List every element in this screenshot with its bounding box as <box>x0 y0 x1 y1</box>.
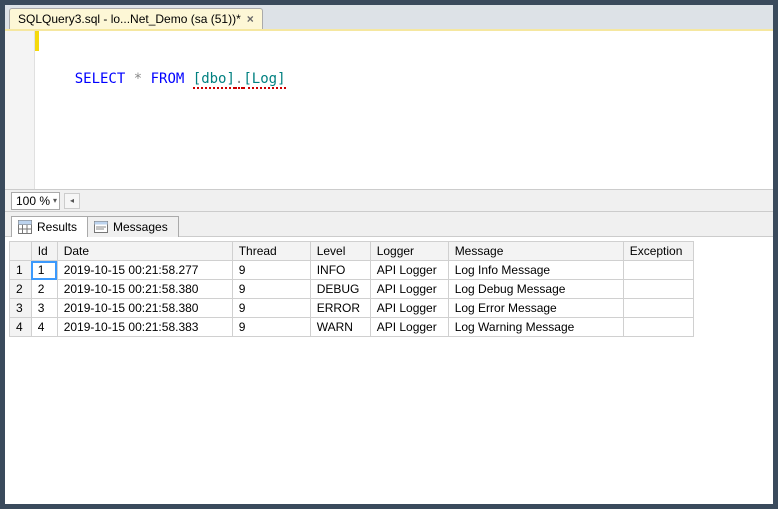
document-tab-title: SQLQuery3.sql - lo...Net_Demo (sa (51))* <box>18 12 241 26</box>
tab-label: Messages <box>113 220 168 234</box>
column-header-logger[interactable]: Logger <box>370 242 448 261</box>
grid-cell[interactable]: 9 <box>232 261 310 280</box>
messages-icon <box>94 220 108 234</box>
grid-cell[interactable] <box>623 261 693 280</box>
grid-cell[interactable]: 2 <box>31 280 57 299</box>
chevron-down-icon: ▾ <box>53 196 57 205</box>
editor-gutter <box>5 31 35 189</box>
grid-cell[interactable]: API Logger <box>370 299 448 318</box>
grid-header-row: Id Date Thread Level Logger Message Exce… <box>10 242 694 261</box>
grid-cell[interactable]: API Logger <box>370 318 448 337</box>
column-header-exception[interactable]: Exception <box>623 242 693 261</box>
grid-cell[interactable]: 2019-10-15 00:21:58.380 <box>57 280 232 299</box>
results-grid[interactable]: Id Date Thread Level Logger Message Exce… <box>9 241 694 337</box>
chevron-left-icon: ◂ <box>70 196 74 205</box>
column-header-id[interactable]: Id <box>31 242 57 261</box>
change-marker <box>35 31 39 51</box>
zoom-value: 100 % <box>16 194 50 208</box>
grid-cell[interactable]: 9 <box>232 299 310 318</box>
close-icon[interactable]: × <box>247 12 254 26</box>
grid-cell[interactable] <box>623 299 693 318</box>
grid-cell[interactable]: DEBUG <box>310 280 370 299</box>
grid-cell[interactable]: 2019-10-15 00:21:58.380 <box>57 299 232 318</box>
sql-token: * <box>134 71 142 87</box>
table-row[interactable]: 222019-10-15 00:21:58.3809DEBUGAPI Logge… <box>10 280 694 299</box>
sql-identifier: [Log] <box>243 71 285 89</box>
sql-keyword: FROM <box>151 71 185 87</box>
grid-cell[interactable]: 4 <box>31 318 57 337</box>
document-tab-bar: SQLQuery3.sql - lo...Net_Demo (sa (51))*… <box>5 5 773 29</box>
grid-corner[interactable] <box>10 242 32 261</box>
column-header-message[interactable]: Message <box>448 242 623 261</box>
scroll-left-button[interactable]: ◂ <box>64 193 80 209</box>
grid-cell[interactable]: Log Debug Message <box>448 280 623 299</box>
grid-cell[interactable]: 9 <box>232 318 310 337</box>
grid-cell[interactable] <box>623 318 693 337</box>
grid-cell[interactable]: 2019-10-15 00:21:58.277 <box>57 261 232 280</box>
row-header[interactable]: 4 <box>10 318 32 337</box>
table-row[interactable]: 332019-10-15 00:21:58.3809ERRORAPI Logge… <box>10 299 694 318</box>
document-tab[interactable]: SQLQuery3.sql - lo...Net_Demo (sa (51))*… <box>9 8 263 29</box>
grid-cell[interactable]: API Logger <box>370 280 448 299</box>
sql-identifier: [dbo] <box>193 71 235 89</box>
grid-cell[interactable]: Log Warning Message <box>448 318 623 337</box>
grid-cell[interactable]: Log Info Message <box>448 261 623 280</box>
table-row[interactable]: 442019-10-15 00:21:58.3839WARNAPI Logger… <box>10 318 694 337</box>
tab-messages[interactable]: Messages <box>87 216 179 237</box>
zoom-dropdown[interactable]: 100 % ▾ <box>11 192 60 210</box>
sql-editor[interactable]: SELECT * FROM [dbo].[Log] <box>5 29 773 189</box>
grid-cell[interactable]: 3 <box>31 299 57 318</box>
grid-cell[interactable]: API Logger <box>370 261 448 280</box>
tab-label: Results <box>37 220 77 234</box>
row-header[interactable]: 3 <box>10 299 32 318</box>
column-header-thread[interactable]: Thread <box>232 242 310 261</box>
grid-cell[interactable]: 9 <box>232 280 310 299</box>
sql-editor-window: SQLQuery3.sql - lo...Net_Demo (sa (51))*… <box>4 4 774 505</box>
grid-cell[interactable]: ERROR <box>310 299 370 318</box>
sql-keyword: SELECT <box>75 71 126 87</box>
row-header[interactable]: 2 <box>10 280 32 299</box>
results-grid-icon <box>18 220 32 234</box>
grid-cell[interactable]: 2019-10-15 00:21:58.383 <box>57 318 232 337</box>
results-grid-container: Id Date Thread Level Logger Message Exce… <box>5 237 773 504</box>
grid-cell[interactable]: Log Error Message <box>448 299 623 318</box>
grid-cell[interactable]: 1 <box>31 261 57 280</box>
tab-results[interactable]: Results <box>11 216 88 237</box>
grid-cell[interactable] <box>623 280 693 299</box>
column-header-date[interactable]: Date <box>57 242 232 261</box>
zoom-bar: 100 % ▾ ◂ <box>5 189 773 211</box>
column-header-level[interactable]: Level <box>310 242 370 261</box>
table-row[interactable]: 112019-10-15 00:21:58.2779INFOAPI Logger… <box>10 261 694 280</box>
grid-cell[interactable]: INFO <box>310 261 370 280</box>
results-tab-bar: Results Messages <box>5 211 773 237</box>
grid-cell[interactable]: WARN <box>310 318 370 337</box>
row-header[interactable]: 1 <box>10 261 32 280</box>
